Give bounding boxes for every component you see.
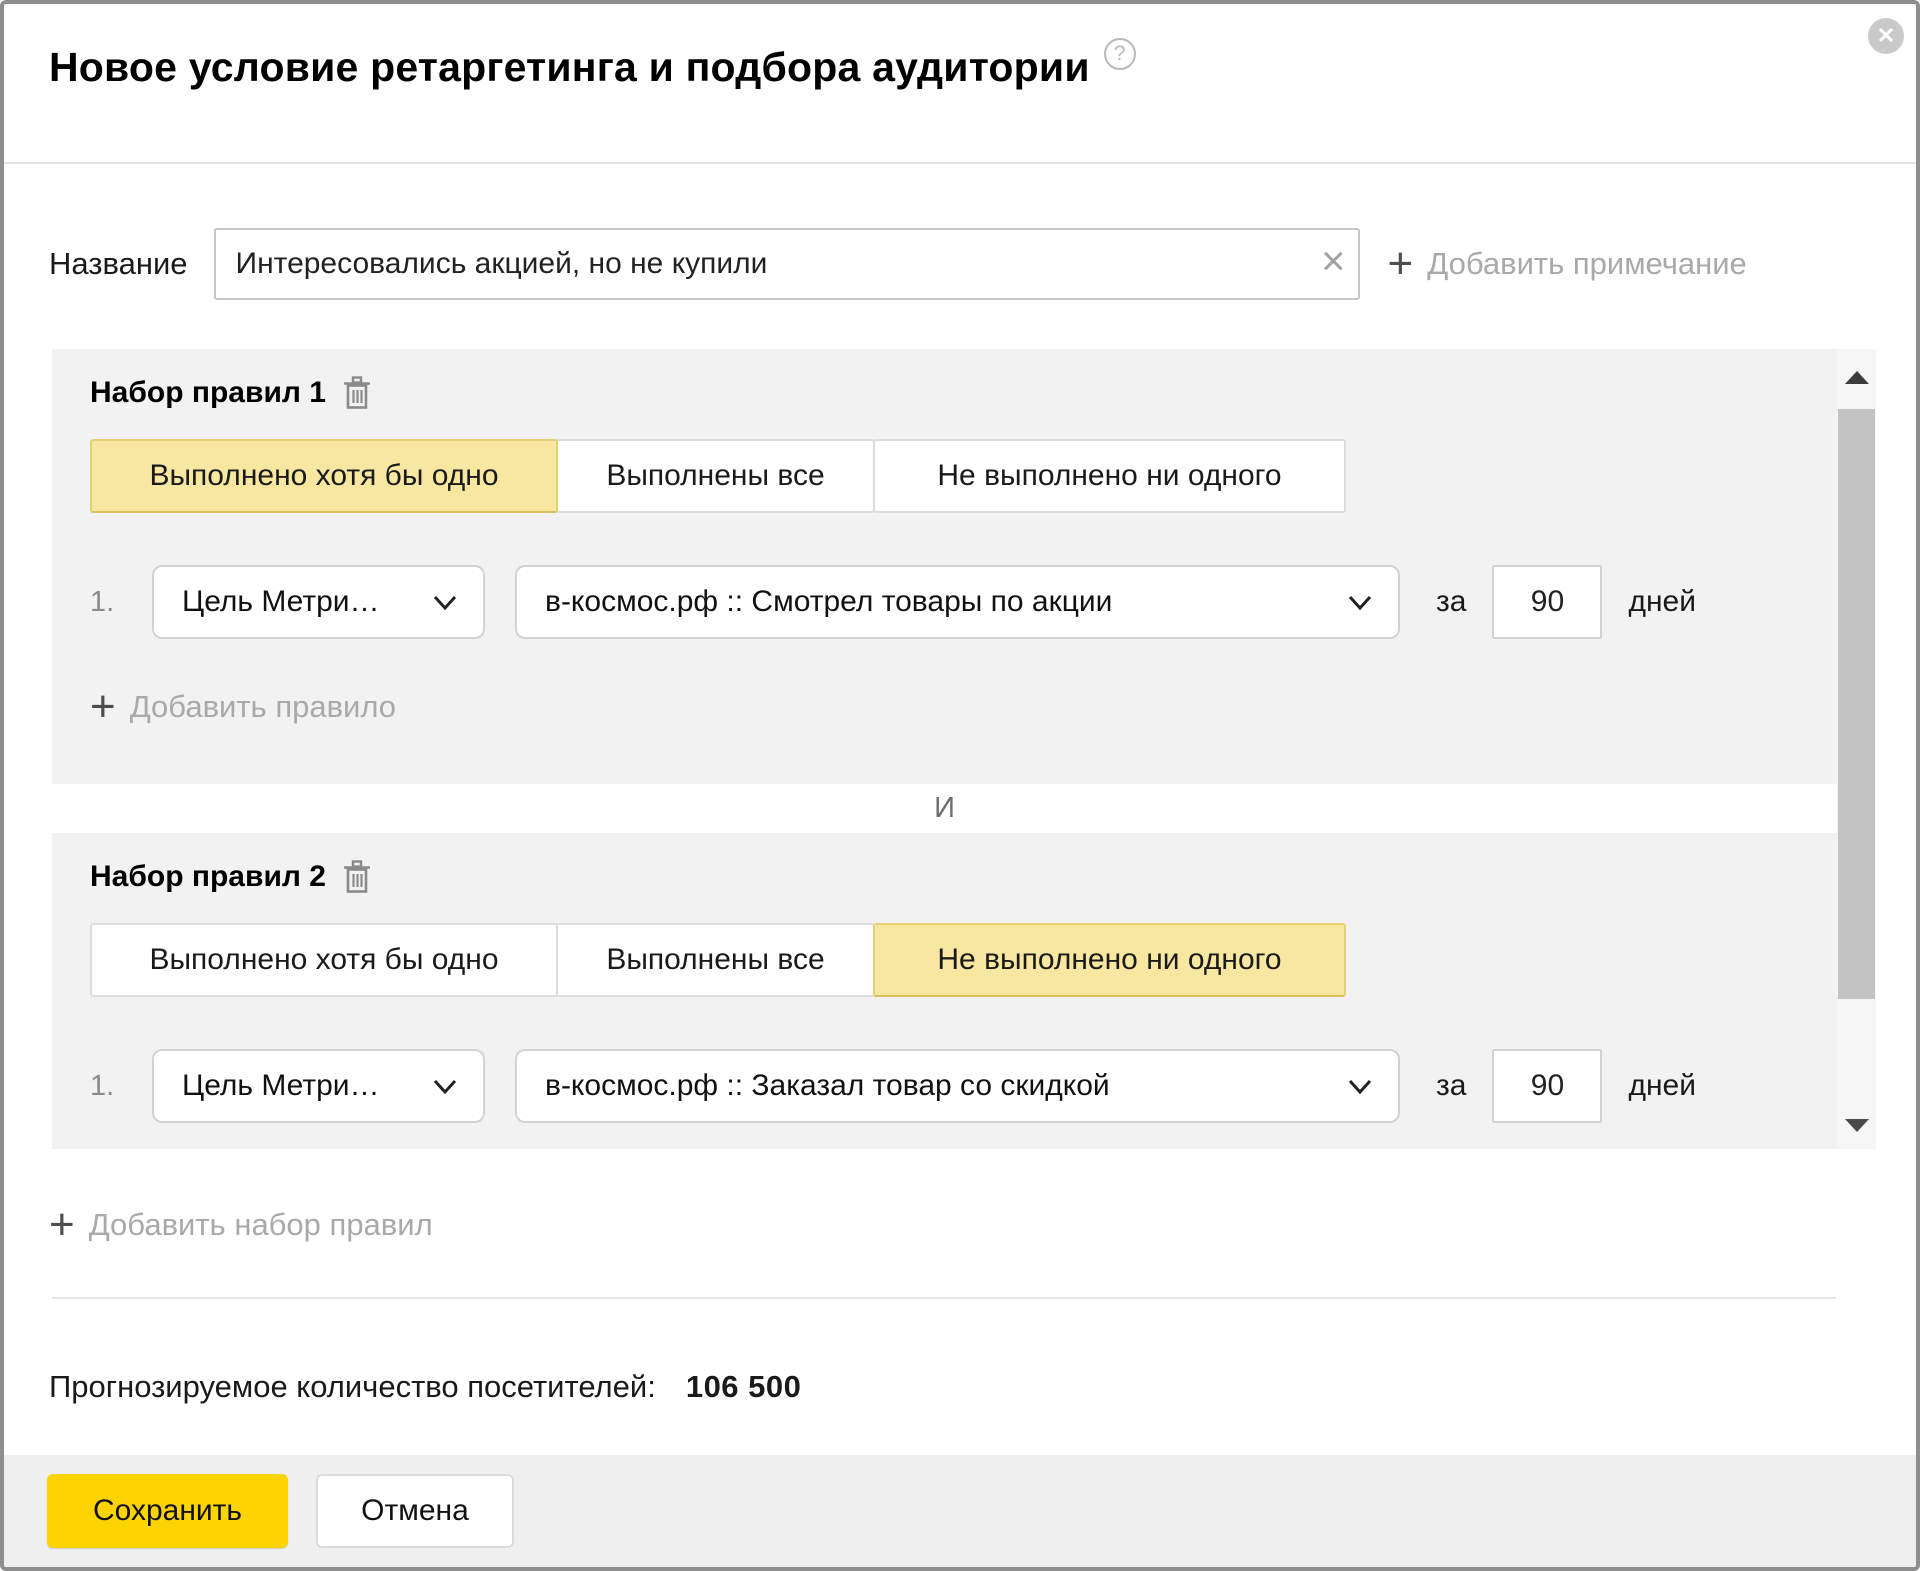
- period-prefix-label: за: [1436, 585, 1466, 619]
- scroll-up-button[interactable]: [1837, 349, 1876, 405]
- clear-input-icon[interactable]: ×: [1321, 238, 1346, 284]
- name-label: Название: [49, 246, 188, 282]
- period-suffix-label: дней: [1628, 1069, 1696, 1103]
- plus-icon: +: [90, 687, 116, 727]
- trash-icon: [342, 859, 372, 895]
- ruleset-1-header: Набор правил 1: [90, 375, 1837, 411]
- delete-ruleset-1-button[interactable]: [342, 375, 372, 411]
- add-note-button[interactable]: + Добавить примечание: [1388, 244, 1747, 284]
- ruleset-2-match-toggle: Выполнено хотя бы одно Выполнены все Не …: [90, 923, 1837, 997]
- close-icon: ✕: [1877, 23, 1895, 48]
- divider: [52, 1297, 1836, 1299]
- rule-sets-scroll-region: Набор правил 1 Выполнено хотя бы о: [52, 349, 1876, 1149]
- dialog-footer: Сохранить Отмена: [4, 1455, 1916, 1567]
- goal-type-select[interactable]: Цель Метри…: [152, 1049, 485, 1123]
- scroll-down-button[interactable]: [1837, 1101, 1876, 1149]
- add-note-label: Добавить примечание: [1427, 246, 1747, 282]
- days-input[interactable]: [1492, 1049, 1602, 1123]
- ruleset-2-title: Набор правил 2: [90, 860, 326, 894]
- chevron-down-icon: [433, 1079, 457, 1094]
- delete-ruleset-2-button[interactable]: [342, 859, 372, 895]
- rule-number: 1.: [90, 586, 148, 619]
- add-ruleset-button[interactable]: + Добавить набор правил: [49, 1205, 1916, 1245]
- add-ruleset-label: Добавить набор правил: [89, 1207, 433, 1243]
- goal-value-select[interactable]: в-космос.рф :: Заказал товар со скидкой: [515, 1049, 1400, 1123]
- cancel-button[interactable]: Отмена: [316, 1474, 514, 1548]
- rule-number: 1.: [90, 1070, 148, 1103]
- goal-type-select[interactable]: Цель Метри…: [152, 565, 485, 639]
- trash-icon: [342, 375, 372, 411]
- ruleset-2-panel: Набор правил 2 Выполнено хотя бы о: [52, 833, 1837, 1149]
- days-input[interactable]: [1492, 565, 1602, 639]
- and-separator: И: [52, 784, 1837, 833]
- name-input-wrap: ×: [214, 228, 1360, 300]
- page-title: Новое условие ретаргетинга и подбора ауд…: [49, 44, 1090, 90]
- chevron-down-icon: [1348, 595, 1372, 610]
- goal-value-text: в-космос.рф :: Заказал товар со скидкой: [545, 1069, 1110, 1103]
- ruleset-1-title: Набор правил 1: [90, 376, 326, 410]
- chevron-down-icon: [1348, 1079, 1372, 1094]
- help-icon[interactable]: ?: [1104, 38, 1136, 70]
- ruleset-2-rule-row: 1. Цель Метри… в-космос.рф :: Заказал то…: [90, 1049, 1837, 1123]
- goal-value-select[interactable]: в-космос.рф :: Смотрел товары по акции: [515, 565, 1400, 639]
- ruleset-2-header: Набор правил 2: [90, 859, 1837, 895]
- add-rule-label: Добавить правило: [130, 689, 396, 725]
- rule-sets-panels: Набор правил 1 Выполнено хотя бы о: [52, 349, 1837, 1149]
- toggle-all-fulfilled[interactable]: Выполнены все: [556, 923, 875, 997]
- goal-type-value: Цель Метри…: [182, 1069, 380, 1103]
- chevron-down-icon: [433, 595, 457, 610]
- name-row: Название × + Добавить примечание: [49, 228, 1916, 300]
- triangle-down-icon: [1845, 1119, 1869, 1132]
- toggle-none-fulfilled[interactable]: Не выполнено ни одного: [873, 923, 1346, 997]
- plus-icon: +: [1388, 244, 1414, 284]
- ruleset-1-match-toggle: Выполнено хотя бы одно Выполнены все Не …: [90, 439, 1837, 513]
- forecast-value: 106 500: [686, 1369, 802, 1404]
- ruleset-1-panel: Набор правил 1 Выполнено хотя бы о: [52, 349, 1837, 784]
- plus-icon: +: [49, 1205, 75, 1245]
- scrollbar-thumb[interactable]: [1838, 409, 1875, 999]
- goal-type-value: Цель Метри…: [182, 585, 380, 619]
- toggle-all-fulfilled[interactable]: Выполнены все: [556, 439, 875, 513]
- triangle-up-icon: [1845, 371, 1869, 384]
- period-prefix-label: за: [1436, 1069, 1466, 1103]
- toggle-any-fulfilled[interactable]: Выполнено хотя бы одно: [90, 439, 558, 513]
- dialog-header: Новое условие ретаргетинга и подбора ауд…: [4, 4, 1916, 164]
- forecast-label: Прогнозируемое количество посетителей:: [49, 1369, 656, 1404]
- toggle-any-fulfilled[interactable]: Выполнено хотя бы одно: [90, 923, 558, 997]
- retargeting-condition-dialog: ✕ Новое условие ретаргетинга и подбора а…: [0, 0, 1920, 1571]
- add-rule-button[interactable]: + Добавить правило: [90, 687, 1837, 727]
- save-button[interactable]: Сохранить: [47, 1474, 288, 1548]
- ruleset-1-rule-row: 1. Цель Метри… в-космос.рф :: Смотрел то…: [90, 565, 1837, 639]
- toggle-none-fulfilled[interactable]: Не выполнено ни одного: [873, 439, 1346, 513]
- period-suffix-label: дней: [1628, 585, 1696, 619]
- goal-value-text: в-космос.рф :: Смотрел товары по акции: [545, 585, 1112, 619]
- name-input[interactable]: [214, 228, 1360, 300]
- forecast-row: Прогнозируемое количество посетителей: 10…: [49, 1369, 1916, 1405]
- close-button[interactable]: ✕: [1868, 18, 1904, 54]
- vertical-scrollbar[interactable]: [1837, 349, 1876, 1149]
